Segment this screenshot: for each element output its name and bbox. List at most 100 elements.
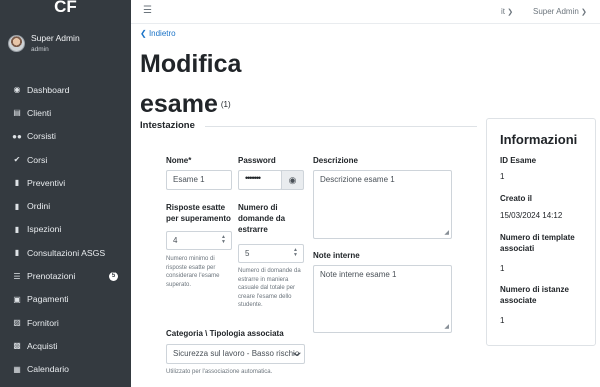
created-value: 15/03/2024 14:12 [500,211,563,220]
count-badge: 5 [109,271,118,281]
sidebar-item-label: Dashboard [27,84,70,95]
sidebar-item-label: Pagamenti [27,294,69,305]
templates-label: Numero di template associati [500,233,575,253]
sidebar-item-pagamenti[interactable]: ▣ Pagamenti [0,288,131,311]
sidebar-item-label: Corsisti [27,131,56,142]
stepper-icon[interactable]: ▲ ▼ [293,248,298,258]
user-role: admin [31,46,49,53]
domande-input[interactable]: 5 ▲ ▼ [238,244,304,263]
categoria-value: Sicurezza sul lavoro - Basso rischio [173,349,300,358]
palette-icon: ◉ [13,85,21,95]
sidebar-item-label: Ispezioni [27,224,62,235]
risposte-label: Risposte esatte per superamento [166,203,231,223]
descrizione-value: Descrizione esame 1 [320,175,395,184]
sidebar-menu: ◉ Dashboard ▤ Clienti ●● Corsisti ✔ Corsi ▮ P… [0,78,131,381]
section-divider [205,126,477,127]
resize-handle-icon[interactable]: ◢ [444,323,449,330]
password-input[interactable]: ••••••• [238,170,282,190]
sidebar-item-consultazioni[interactable]: ▮ Consultazioni ASGS [0,241,131,264]
categoria-select[interactable]: Sicurezza sul lavoro - Basso rischio ❯ [166,344,305,364]
sidebar-item-acquisti[interactable]: ▩ Acquisti [0,334,131,357]
sidebar-item-fornitori[interactable]: ▨ Fornitori [0,311,131,334]
language-dropdown[interactable]: it ❯ [501,7,513,16]
note-textarea[interactable]: Note interne esame 1 ◢ [313,265,452,333]
sidebar-item-label: Corsi [27,154,48,165]
created-label: Creato il [500,194,533,203]
page-id: (1) [220,100,231,110]
address-card-icon: ▤ [13,108,21,118]
back-link-label: Indietro [148,29,176,38]
section-title: Intestazione [140,120,195,131]
categoria-help: Utilizzato per l'associazione automatica… [166,369,273,375]
file-icon: ▮ [14,224,20,234]
sidebar-item-corsi[interactable]: ✔ Corsi [0,148,131,171]
resize-handle-icon[interactable]: ◢ [444,229,449,236]
back-link[interactable]: ❮ Indietro [140,29,176,38]
file-icon: ▮ [14,248,20,258]
sidebar-item-dashboard[interactable]: ◉ Dashboard [0,78,131,101]
password-value: ••••••• [245,173,261,183]
user-dropdown-label: Super Admin [533,7,579,16]
note-value: Note interne esame 1 [320,270,397,279]
templates-value: 1 [500,264,505,273]
check-circle-icon: ✔ [13,155,21,165]
truck-icon: ▨ [13,318,21,328]
risposte-help: Numero minimo di risposte esatte per con… [166,256,220,288]
sidebar-item-label: Prenotazioni [27,271,76,282]
risposte-value: 4 [173,236,178,245]
sidebar-item-label: Clienti [27,107,52,118]
hamburger-icon[interactable]: ☰ [143,5,152,16]
chevron-down-icon: ❯ [293,351,301,357]
money-icon: ▩ [13,341,21,351]
risposte-input[interactable]: 4 ▲ ▼ [166,231,232,250]
nome-label: Nome* [166,156,192,165]
sidebar-item-preventivi[interactable]: ▮ Preventivi [0,171,131,194]
sidebar: CF Super Admin admin ◉ Dashboard ▤ Clienti… [0,0,131,387]
instances-value: 1 [500,316,505,325]
calendar-icon: ▦ [13,364,21,374]
descrizione-label: Descrizione [313,156,358,165]
eye-icon[interactable]: ◉ [281,170,304,190]
file-icon: ▮ [14,201,20,211]
brand-logo[interactable]: CF [0,0,131,18]
sidebar-item-label: Preventivi [27,177,66,188]
categoria-label: Categoria \ Tipologia associata [166,329,284,338]
sidebar-item-label: Acquisti [27,340,58,351]
avatar [8,34,25,52]
sidebar-item-label: Calendario [27,364,70,375]
instances-label: Numero di istanze associate [500,285,569,305]
chevron-down-icon: ❯ [507,9,514,16]
wallet-icon: ▣ [13,294,21,304]
descrizione-textarea[interactable]: Descrizione esame 1 ◢ [313,170,452,239]
password-label: Password [238,156,276,165]
id-value: 1 [500,172,505,181]
user-dropdown[interactable]: Super Admin ❯ [533,7,587,16]
page-title: Modifica esame (1) [140,44,290,125]
sidebar-item-calendario[interactable]: ▦ Calendario [0,358,131,381]
sidebar-item-clienti[interactable]: ▤ Clienti [0,101,131,124]
info-card-title: Informazioni [500,132,578,147]
top-navbar: ☰ it ❯ Super Admin ❯ [131,0,600,24]
sidebar-item-ordini[interactable]: ▮ Ordini [0,194,131,217]
id-label: ID Esame [500,156,537,165]
user-name: Super Admin [31,33,80,43]
file-icon: ▮ [14,178,20,188]
sidebar-item-label: Consultazioni ASGS [27,247,106,258]
users-icon: ●● [12,131,22,141]
sidebar-item-label: Ordini [27,201,51,212]
sidebar-item-corsisti[interactable]: ●● Corsisti [0,125,131,148]
sidebar-item-label: Fornitori [27,317,59,328]
domande-label: Numero di domande da estrarre [238,203,286,234]
stepper-icon[interactable]: ▲ ▼ [221,235,226,245]
info-card: Informazioni ID Esame 1 Creato il 15/03/… [486,118,596,346]
chevron-down-icon: ❯ [581,9,587,16]
language-label: it [501,7,505,16]
domande-value: 5 [245,249,250,258]
sidebar-item-prenotazioni[interactable]: ☰ Prenotazioni 5 [0,264,131,287]
note-label: Note interne [313,251,360,260]
user-panel[interactable]: Super Admin admin [8,33,80,53]
chevron-left-icon: ❮ [140,29,147,38]
nome-input[interactable]: Esame 1 [166,170,232,190]
domande-help: Numero di domande da estrarre in maniera… [238,268,301,309]
sidebar-item-ispezioni[interactable]: ▮ Ispezioni [0,218,131,241]
